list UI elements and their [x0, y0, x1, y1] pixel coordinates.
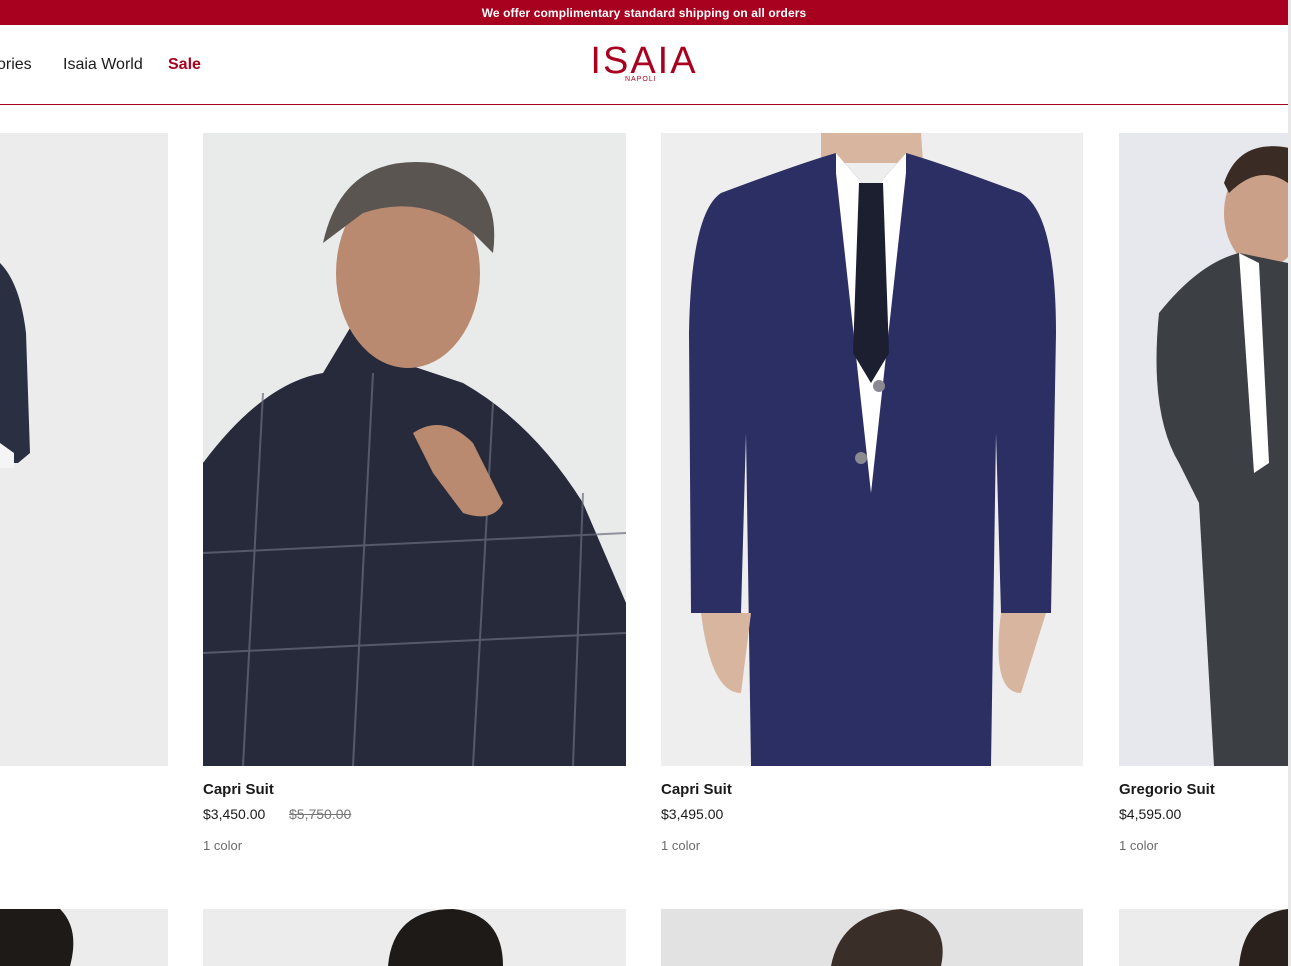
model-photo	[1119, 909, 1288, 966]
product-color-count[interactable]: 1 color	[661, 838, 700, 853]
product-price: $3,450.00	[203, 806, 266, 822]
model-photo	[661, 133, 1083, 766]
model-photo	[1119, 133, 1288, 766]
model-photo	[203, 909, 626, 966]
product-price: $3,495.00	[661, 806, 724, 822]
logo-sub: NAPOLI	[625, 76, 657, 83]
product-image-partial-right[interactable]	[1119, 133, 1288, 766]
model-photo	[0, 133, 168, 766]
product-color-count[interactable]: 1 color	[203, 838, 242, 853]
site-header: ories Isaia World Sale ISAIA NAPOLI	[0, 25, 1288, 105]
product-image[interactable]	[661, 133, 1083, 766]
product-image-partial-left[interactable]	[0, 909, 168, 966]
product-name[interactable]: Capri Suit	[661, 781, 732, 798]
model-photo	[661, 909, 1083, 966]
product-image[interactable]	[203, 909, 626, 966]
product-price: $4,595.00	[1119, 806, 1182, 822]
promo-bar: We offer complimentary standard shipping…	[0, 0, 1288, 25]
model-photo	[203, 133, 626, 766]
nav-item-accessories[interactable]: ories	[0, 56, 32, 74]
product-name[interactable]: Gregorio Suit	[1119, 781, 1215, 798]
nav-item-sale[interactable]: Sale	[168, 56, 201, 74]
product-old-price: $5,750.00	[289, 806, 352, 822]
brand-logo[interactable]: ISAIA NAPOLI	[579, 42, 709, 86]
product-color-count[interactable]: 1 color	[1119, 838, 1158, 853]
nav-item-isaia-world[interactable]: Isaia World	[63, 56, 143, 74]
model-photo	[0, 909, 168, 966]
product-image[interactable]	[661, 909, 1083, 966]
product-name[interactable]: Capri Suit	[203, 781, 274, 798]
product-image-partial-left[interactable]	[0, 133, 168, 766]
product-image-partial-right[interactable]	[1119, 909, 1288, 966]
product-image[interactable]	[203, 133, 626, 766]
logo-word: ISAIA	[590, 40, 698, 82]
promo-text: We offer complimentary standard shipping…	[481, 5, 807, 20]
